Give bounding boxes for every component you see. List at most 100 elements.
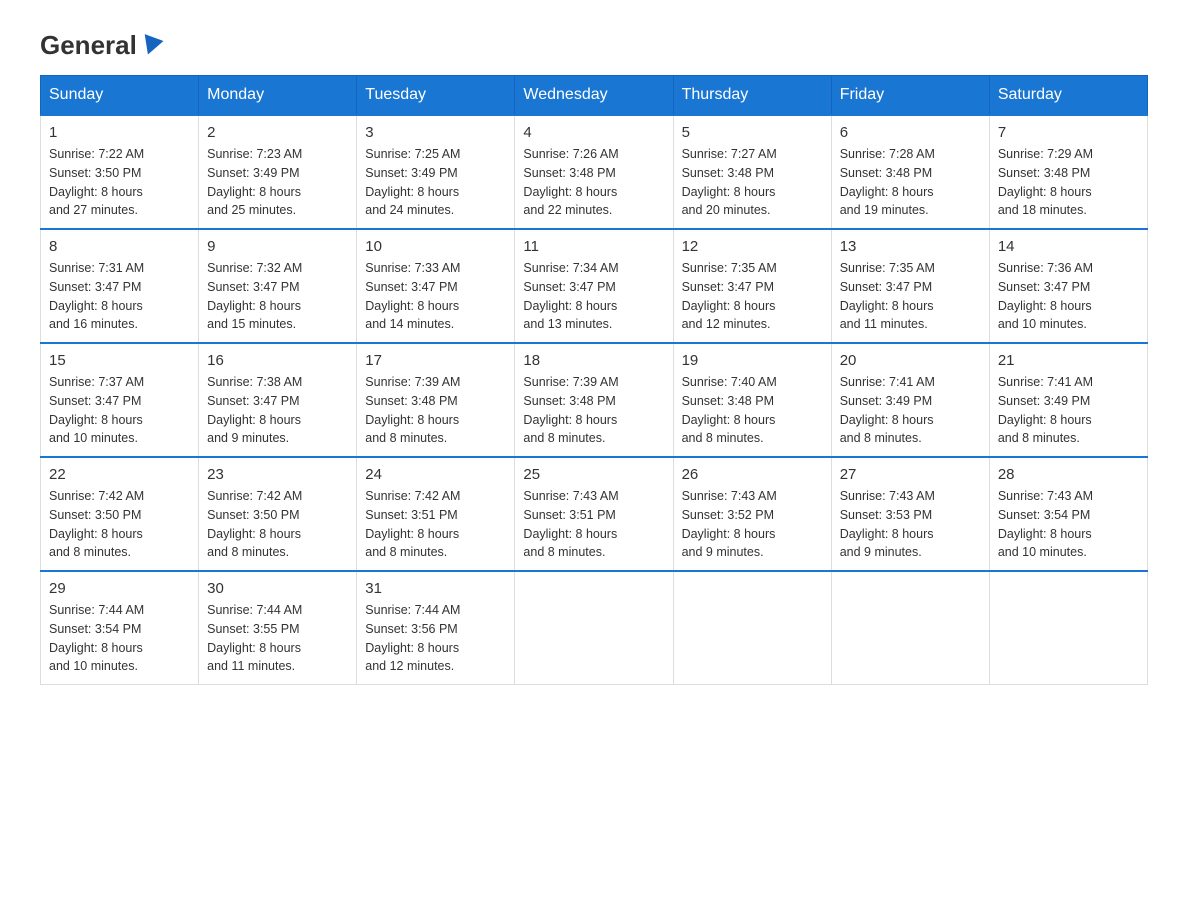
day-info: Sunrise: 7:36 AMSunset: 3:47 PMDaylight:…: [998, 259, 1139, 334]
day-info: Sunrise: 7:23 AMSunset: 3:49 PMDaylight:…: [207, 145, 348, 220]
day-number: 5: [682, 124, 823, 141]
weekday-header-monday: Monday: [199, 76, 357, 116]
day-number: 11: [523, 238, 664, 255]
weekday-header-friday: Friday: [831, 76, 989, 116]
weekday-header-sunday: Sunday: [41, 76, 199, 116]
day-info: Sunrise: 7:35 AMSunset: 3:47 PMDaylight:…: [840, 259, 981, 334]
calendar-cell: 16 Sunrise: 7:38 AMSunset: 3:47 PMDaylig…: [199, 343, 357, 457]
calendar-cell: [831, 571, 989, 685]
day-number: 6: [840, 124, 981, 141]
day-number: 3: [365, 124, 506, 141]
day-info: Sunrise: 7:38 AMSunset: 3:47 PMDaylight:…: [207, 373, 348, 448]
calendar-cell: 8 Sunrise: 7:31 AMSunset: 3:47 PMDayligh…: [41, 229, 199, 343]
calendar-cell: 20 Sunrise: 7:41 AMSunset: 3:49 PMDaylig…: [831, 343, 989, 457]
calendar-cell: 9 Sunrise: 7:32 AMSunset: 3:47 PMDayligh…: [199, 229, 357, 343]
calendar-cell: 18 Sunrise: 7:39 AMSunset: 3:48 PMDaylig…: [515, 343, 673, 457]
day-number: 14: [998, 238, 1139, 255]
calendar-cell: 12 Sunrise: 7:35 AMSunset: 3:47 PMDaylig…: [673, 229, 831, 343]
calendar-cell: 11 Sunrise: 7:34 AMSunset: 3:47 PMDaylig…: [515, 229, 673, 343]
day-info: Sunrise: 7:27 AMSunset: 3:48 PMDaylight:…: [682, 145, 823, 220]
logo-triangle-icon: [138, 34, 163, 58]
calendar-cell: 7 Sunrise: 7:29 AMSunset: 3:48 PMDayligh…: [989, 115, 1147, 229]
day-number: 16: [207, 352, 348, 369]
day-info: Sunrise: 7:42 AMSunset: 3:51 PMDaylight:…: [365, 487, 506, 562]
logo: General: [40, 30, 165, 55]
day-info: Sunrise: 7:26 AMSunset: 3:48 PMDaylight:…: [523, 145, 664, 220]
day-info: Sunrise: 7:41 AMSunset: 3:49 PMDaylight:…: [840, 373, 981, 448]
day-info: Sunrise: 7:33 AMSunset: 3:47 PMDaylight:…: [365, 259, 506, 334]
day-info: Sunrise: 7:44 AMSunset: 3:56 PMDaylight:…: [365, 601, 506, 676]
calendar-cell: 30 Sunrise: 7:44 AMSunset: 3:55 PMDaylig…: [199, 571, 357, 685]
day-number: 10: [365, 238, 506, 255]
calendar-week-row: 15 Sunrise: 7:37 AMSunset: 3:47 PMDaylig…: [41, 343, 1148, 457]
day-info: Sunrise: 7:28 AMSunset: 3:48 PMDaylight:…: [840, 145, 981, 220]
day-info: Sunrise: 7:31 AMSunset: 3:47 PMDaylight:…: [49, 259, 190, 334]
calendar-cell: 5 Sunrise: 7:27 AMSunset: 3:48 PMDayligh…: [673, 115, 831, 229]
calendar-week-row: 1 Sunrise: 7:22 AMSunset: 3:50 PMDayligh…: [41, 115, 1148, 229]
day-info: Sunrise: 7:39 AMSunset: 3:48 PMDaylight:…: [523, 373, 664, 448]
day-number: 26: [682, 466, 823, 483]
calendar-cell: [515, 571, 673, 685]
day-number: 9: [207, 238, 348, 255]
day-info: Sunrise: 7:43 AMSunset: 3:54 PMDaylight:…: [998, 487, 1139, 562]
day-number: 13: [840, 238, 981, 255]
calendar-cell: 29 Sunrise: 7:44 AMSunset: 3:54 PMDaylig…: [41, 571, 199, 685]
logo-general-text: General: [40, 30, 137, 61]
calendar-cell: 17 Sunrise: 7:39 AMSunset: 3:48 PMDaylig…: [357, 343, 515, 457]
calendar-cell: 28 Sunrise: 7:43 AMSunset: 3:54 PMDaylig…: [989, 457, 1147, 571]
calendar-cell: [989, 571, 1147, 685]
day-info: Sunrise: 7:40 AMSunset: 3:48 PMDaylight:…: [682, 373, 823, 448]
calendar-week-row: 22 Sunrise: 7:42 AMSunset: 3:50 PMDaylig…: [41, 457, 1148, 571]
day-info: Sunrise: 7:43 AMSunset: 3:53 PMDaylight:…: [840, 487, 981, 562]
day-info: Sunrise: 7:44 AMSunset: 3:55 PMDaylight:…: [207, 601, 348, 676]
day-number: 7: [998, 124, 1139, 141]
day-number: 22: [49, 466, 190, 483]
day-number: 30: [207, 580, 348, 597]
calendar-cell: 27 Sunrise: 7:43 AMSunset: 3:53 PMDaylig…: [831, 457, 989, 571]
calendar-cell: 10 Sunrise: 7:33 AMSunset: 3:47 PMDaylig…: [357, 229, 515, 343]
day-number: 25: [523, 466, 664, 483]
day-number: 27: [840, 466, 981, 483]
day-info: Sunrise: 7:43 AMSunset: 3:51 PMDaylight:…: [523, 487, 664, 562]
day-number: 24: [365, 466, 506, 483]
calendar-cell: 3 Sunrise: 7:25 AMSunset: 3:49 PMDayligh…: [357, 115, 515, 229]
weekday-header-tuesday: Tuesday: [357, 76, 515, 116]
day-number: 2: [207, 124, 348, 141]
day-number: 28: [998, 466, 1139, 483]
day-number: 17: [365, 352, 506, 369]
day-number: 29: [49, 580, 190, 597]
day-info: Sunrise: 7:22 AMSunset: 3:50 PMDaylight:…: [49, 145, 190, 220]
calendar-cell: 2 Sunrise: 7:23 AMSunset: 3:49 PMDayligh…: [199, 115, 357, 229]
day-info: Sunrise: 7:37 AMSunset: 3:47 PMDaylight:…: [49, 373, 190, 448]
calendar-cell: 14 Sunrise: 7:36 AMSunset: 3:47 PMDaylig…: [989, 229, 1147, 343]
day-info: Sunrise: 7:42 AMSunset: 3:50 PMDaylight:…: [49, 487, 190, 562]
day-info: Sunrise: 7:44 AMSunset: 3:54 PMDaylight:…: [49, 601, 190, 676]
weekday-header-thursday: Thursday: [673, 76, 831, 116]
day-info: Sunrise: 7:34 AMSunset: 3:47 PMDaylight:…: [523, 259, 664, 334]
day-number: 31: [365, 580, 506, 597]
weekday-header-wednesday: Wednesday: [515, 76, 673, 116]
calendar-cell: 26 Sunrise: 7:43 AMSunset: 3:52 PMDaylig…: [673, 457, 831, 571]
day-info: Sunrise: 7:43 AMSunset: 3:52 PMDaylight:…: [682, 487, 823, 562]
day-number: 20: [840, 352, 981, 369]
calendar-cell: 24 Sunrise: 7:42 AMSunset: 3:51 PMDaylig…: [357, 457, 515, 571]
calendar-cell: 19 Sunrise: 7:40 AMSunset: 3:48 PMDaylig…: [673, 343, 831, 457]
day-info: Sunrise: 7:42 AMSunset: 3:50 PMDaylight:…: [207, 487, 348, 562]
day-number: 12: [682, 238, 823, 255]
day-info: Sunrise: 7:35 AMSunset: 3:47 PMDaylight:…: [682, 259, 823, 334]
calendar-cell: 4 Sunrise: 7:26 AMSunset: 3:48 PMDayligh…: [515, 115, 673, 229]
calendar-cell: 13 Sunrise: 7:35 AMSunset: 3:47 PMDaylig…: [831, 229, 989, 343]
day-number: 15: [49, 352, 190, 369]
calendar-week-row: 8 Sunrise: 7:31 AMSunset: 3:47 PMDayligh…: [41, 229, 1148, 343]
page-header: General: [40, 30, 1148, 55]
calendar-cell: 6 Sunrise: 7:28 AMSunset: 3:48 PMDayligh…: [831, 115, 989, 229]
day-number: 4: [523, 124, 664, 141]
day-number: 1: [49, 124, 190, 141]
weekday-header-saturday: Saturday: [989, 76, 1147, 116]
day-number: 19: [682, 352, 823, 369]
calendar-week-row: 29 Sunrise: 7:44 AMSunset: 3:54 PMDaylig…: [41, 571, 1148, 685]
day-info: Sunrise: 7:25 AMSunset: 3:49 PMDaylight:…: [365, 145, 506, 220]
calendar-cell: 21 Sunrise: 7:41 AMSunset: 3:49 PMDaylig…: [989, 343, 1147, 457]
calendar-cell: 22 Sunrise: 7:42 AMSunset: 3:50 PMDaylig…: [41, 457, 199, 571]
calendar-cell: 15 Sunrise: 7:37 AMSunset: 3:47 PMDaylig…: [41, 343, 199, 457]
